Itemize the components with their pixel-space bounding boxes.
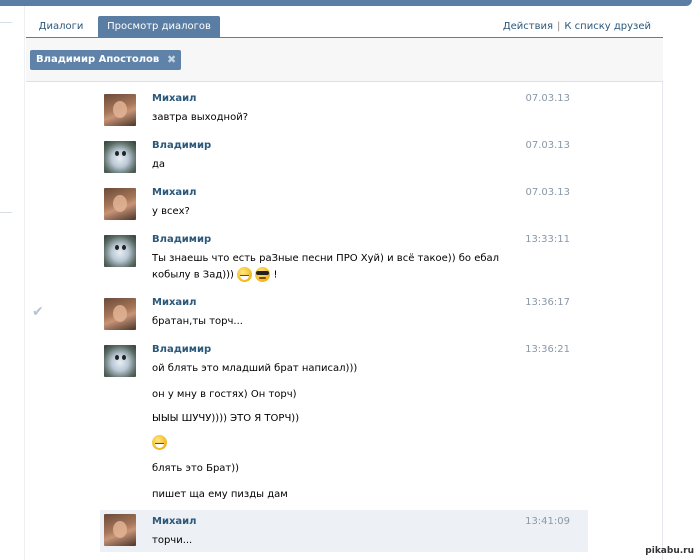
message-author[interactable]: Михаил xyxy=(152,187,197,198)
message-time: 13:33:11 xyxy=(525,234,570,245)
left-divider xyxy=(24,6,25,560)
tabs-bar: Диалоги Просмотр диалогов Действия | К спи… xyxy=(26,16,663,38)
message-text-line: кобылу в Зад))) ! xyxy=(152,267,278,282)
left-marker xyxy=(0,212,12,213)
friends-list-link[interactable]: К списку друзей xyxy=(564,21,651,32)
smile-emoji-icon xyxy=(152,435,167,450)
avatar[interactable] xyxy=(104,188,136,220)
message-author[interactable]: Михаил xyxy=(152,516,197,527)
message-author[interactable]: Владимир xyxy=(152,140,211,151)
message-row[interactable]: Владимир 07.03.13 да xyxy=(100,137,588,181)
tab-view-dialogs[interactable]: Просмотр диалогов xyxy=(98,16,220,38)
message-row[interactable]: Владимир 13:33:11 Ты знаешь что есть раЗ… xyxy=(100,231,588,289)
message-text: ! xyxy=(273,269,278,281)
tab-dialogs[interactable]: Диалоги xyxy=(28,16,94,38)
top-header-strip xyxy=(0,0,692,6)
message-text: да xyxy=(152,159,166,170)
message-emoji-line xyxy=(152,435,167,450)
message-row[interactable]: Михаил 13:36:17 братан,ты торч... xyxy=(100,294,588,338)
avatar[interactable] xyxy=(104,514,136,546)
message-row[interactable]: Михаил 07.03.13 у всех? xyxy=(100,184,588,228)
message-text: Ты знаешь что есть раЗные песни ПРО Хуй)… xyxy=(152,253,500,264)
message-text: торчи... xyxy=(152,535,193,546)
message-author[interactable]: Владимир xyxy=(152,234,211,245)
message-time: 13:41:09 xyxy=(525,516,570,527)
avatar[interactable] xyxy=(104,235,136,267)
left-marker xyxy=(0,22,12,23)
message-author[interactable]: Михаил xyxy=(152,297,197,308)
header-actions: Действия | К списку друзей xyxy=(503,16,651,38)
actions-link[interactable]: Действия xyxy=(503,21,553,32)
message-time: 07.03.13 xyxy=(525,187,570,198)
message-time: 13:36:17 xyxy=(525,297,570,308)
avatar[interactable] xyxy=(104,345,136,377)
message-time: 07.03.13 xyxy=(525,93,570,104)
message-author[interactable]: Владимир xyxy=(152,344,211,355)
watermark: pikabu.ru xyxy=(645,546,694,556)
avatar[interactable] xyxy=(104,298,136,330)
avatar[interactable] xyxy=(104,141,136,173)
grin-emoji-icon xyxy=(237,267,253,282)
message-time: 13:36:21 xyxy=(525,344,570,355)
message-row[interactable]: Владимир 13:36:21 ой блять это младший б… xyxy=(100,341,588,505)
chip-label: Владимир Апостолов xyxy=(36,54,160,65)
message-text: он у мну в гостях) Он торч) xyxy=(152,389,297,400)
message-text: ЫЫЫ ШУЧУ)))) ЭТО Я ТОРЧ)) xyxy=(152,413,300,424)
filter-bar: Владимир Апостолов ✖ xyxy=(26,38,663,82)
message-text: блять это Брат)) xyxy=(152,463,240,474)
message-text: у всех? xyxy=(152,206,190,217)
message-row[interactable]: Михаил 07.03.13 завтра выходной? xyxy=(100,90,588,134)
close-icon[interactable]: ✖ xyxy=(167,50,176,70)
message-text: ой блять это младший брат написал))) xyxy=(152,363,358,374)
checkmark-icon[interactable]: ✔ xyxy=(32,304,44,320)
message-text: братан,ты торч... xyxy=(152,316,243,327)
message-row[interactable]: Михаил 13:41:09 торчи... xyxy=(100,510,588,552)
avatar[interactable] xyxy=(104,94,136,126)
message-text: кобылу в Зад))) xyxy=(152,269,234,281)
participant-filter-chip[interactable]: Владимир Апостолов ✖ xyxy=(30,50,182,70)
message-time: 07.03.13 xyxy=(525,140,570,151)
actions-separator: | xyxy=(557,21,561,32)
scrollbar-track[interactable] xyxy=(662,82,663,560)
message-text: завтра выходной? xyxy=(152,112,249,123)
message-author[interactable]: Михаил xyxy=(152,93,197,104)
sunglasses-emoji-icon xyxy=(255,267,271,282)
message-text: пишет ща ему пизды дам xyxy=(152,489,288,500)
